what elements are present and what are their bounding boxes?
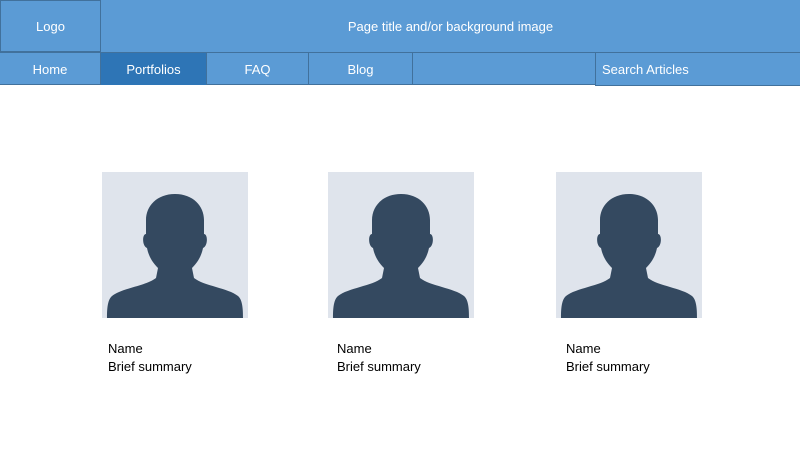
person-silhouette-icon [107,194,243,318]
nav-bar: Home Portfolios FAQ Blog Search Articles [0,52,800,86]
profile-summary: Brief summary [337,359,421,374]
logo[interactable]: Logo [0,0,101,52]
person-silhouette-icon [561,194,697,318]
nav-item-faq[interactable]: FAQ [207,53,309,85]
profile-summary: Brief summary [566,359,650,374]
profile-name: Name [566,341,601,356]
profile-card[interactable]: Name Brief summary [102,172,248,374]
profile-text: Name Brief summary [566,340,746,376]
person-silhouette-icon [333,194,469,318]
header: Logo Page title and/or background image [0,0,800,52]
profile-name: Name [108,341,143,356]
profile-summary: Brief summary [108,359,192,374]
avatar[interactable] [556,172,702,318]
page-title: Page title and/or background image [347,18,554,34]
nav-item-blog[interactable]: Blog [309,53,413,85]
nav-item-home[interactable]: Home [0,53,101,85]
profile-card[interactable]: Name Brief summary [328,172,474,374]
profile-text: Name Brief summary [108,340,288,376]
avatar[interactable] [328,172,474,318]
profile-card[interactable]: Name Brief summary [556,172,702,374]
profile-name: Name [337,341,372,356]
profile-text: Name Brief summary [337,340,517,376]
search-input[interactable]: Search Articles [595,53,800,86]
avatar[interactable] [102,172,248,318]
nav-item-portfolios[interactable]: Portfolios [101,53,207,85]
